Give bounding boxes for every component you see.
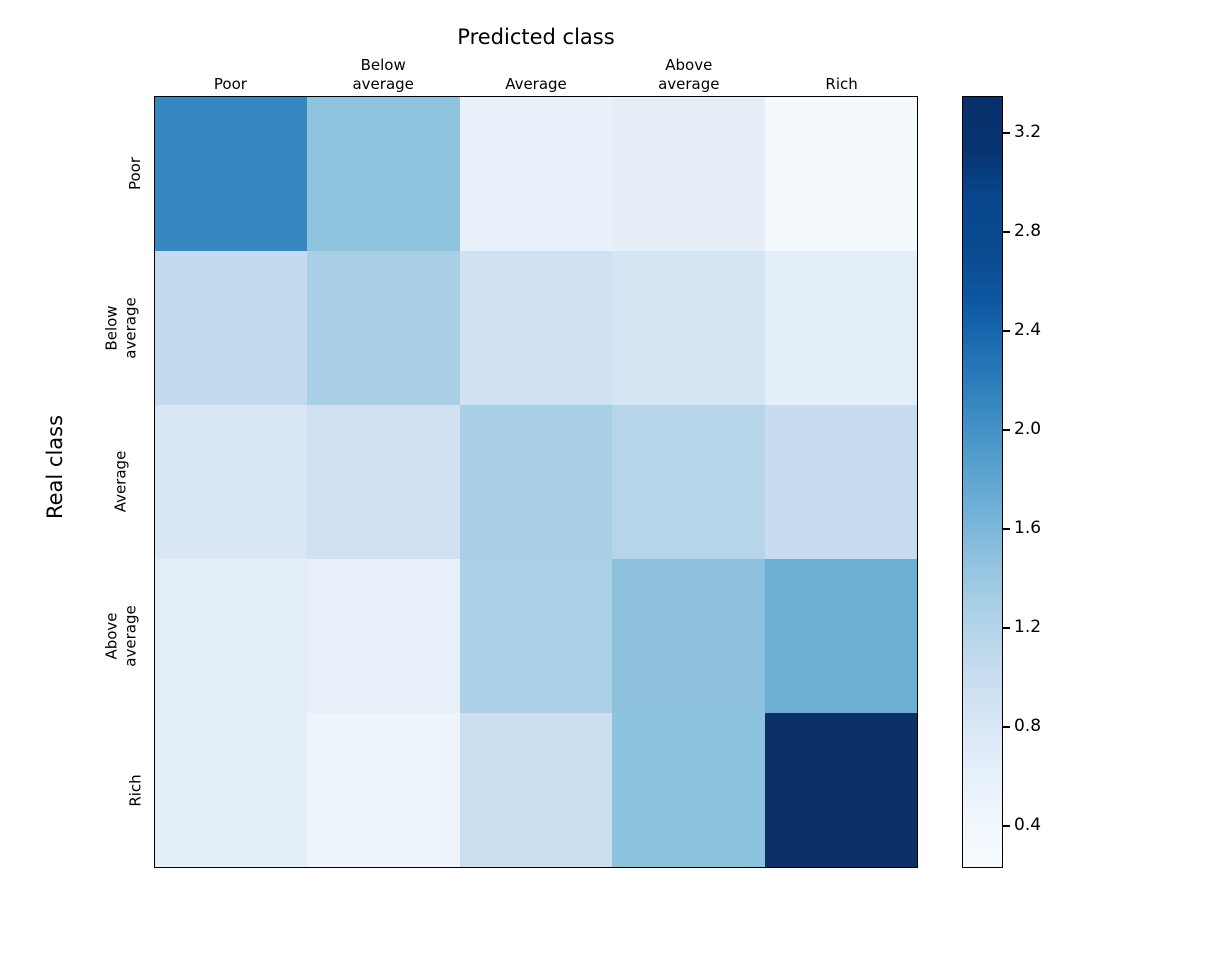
x-tick-label: Rich: [825, 75, 858, 93]
colorbar-tick-label: 0.8: [1014, 715, 1042, 736]
heatmap-cell: [155, 405, 308, 559]
y-axis-tick-labels: Poor Below average Average Above average R…: [96, 96, 152, 868]
heatmap-cell: [155, 97, 308, 251]
heatmap-cell: [764, 559, 917, 713]
colorbar-tick-label: 1.6: [1014, 518, 1042, 538]
y-tick-rich: Rich: [96, 714, 152, 868]
heatmap-cell: [155, 713, 308, 867]
heatmap-cell: [307, 559, 460, 713]
heatmap-cell: [155, 559, 308, 713]
heatmap-cell: [764, 713, 917, 867]
x-tick-label-line1: Below: [360, 56, 406, 74]
heatmap-cell: [612, 251, 765, 405]
y-tick-label-line2: average: [121, 296, 140, 359]
x-tick-label-line2: average: [352, 75, 414, 93]
x-tick-label-line1: Above: [665, 56, 713, 74]
colorbar-tick-mark: [1003, 824, 1010, 827]
y-tick-label-line1: Above: [102, 612, 121, 660]
x-tick-below-average: Below average: [307, 52, 460, 94]
colorbar-tick-mark: [1003, 725, 1010, 728]
heatmap-cell: [612, 405, 765, 559]
colorbar-tick-label: 2.0: [1014, 419, 1042, 440]
colorbar-tick-label: 2.8: [1014, 221, 1042, 242]
x-tick-label: Poor: [213, 75, 247, 93]
heatmap-plot-area: [154, 96, 918, 868]
colorbar-tick-mark: [1003, 231, 1010, 233]
heatmap-cell: [307, 713, 460, 867]
y-tick-label-line2: average: [121, 605, 140, 668]
x-tick-poor: Poor: [154, 52, 307, 94]
heatmap-cell: [459, 97, 613, 251]
y-tick-above-average: Above average: [96, 559, 152, 713]
colorbar: [962, 96, 1003, 868]
heatmap-cell: [459, 251, 613, 405]
heatmap-cell: [764, 251, 917, 405]
colorbar-gradient: [963, 97, 1002, 867]
x-tick-label: Average: [505, 75, 567, 93]
matplotlib-figure: Predicted class Poor Below average Averag…: [0, 0, 1230, 961]
y-tick-label-line1: Below: [102, 305, 121, 351]
colorbar-tick-labels: 0.4 0.8 1.2 1.6 2.0 2.4 2.8 3.2: [1003, 96, 1093, 868]
heatmap-cell: [459, 713, 613, 867]
heatmap-cell: [612, 713, 765, 867]
heatmap-cell: [612, 97, 765, 251]
heatmap-cell: [459, 559, 613, 713]
colorbar-tick-mark: [1003, 330, 1010, 332]
colorbar-tick-label: 1.2: [1014, 616, 1042, 637]
heatmap-cell: [459, 405, 613, 559]
y-tick-poor: Poor: [96, 96, 152, 250]
colorbar-tick-label: 3.2: [1014, 122, 1042, 143]
heatmap-cell: [764, 97, 917, 251]
heatmap-cell: [764, 405, 917, 559]
colorbar-tick-label: 0.4: [1014, 814, 1042, 835]
colorbar-tick-mark: [1003, 132, 1010, 134]
y-tick-below-average: Below average: [96, 250, 152, 404]
heatmap-cell-grid: [155, 97, 917, 867]
heatmap-cell: [307, 251, 460, 405]
y-tick-average: Average: [96, 405, 152, 559]
y-tick-label: Average: [111, 451, 130, 513]
x-tick-rich: Rich: [765, 52, 918, 94]
colorbar-tick-label: 2.4: [1014, 320, 1042, 341]
heatmap-cell: [307, 97, 460, 251]
x-axis-tick-labels: Poor Below average Average Above average R…: [154, 52, 918, 94]
y-axis-title: Real class: [43, 414, 67, 520]
colorbar-tick-mark: [1003, 528, 1010, 530]
colorbar-tick-mark: [1003, 429, 1010, 431]
heatmap-cell: [155, 251, 308, 405]
x-tick-average: Average: [460, 52, 613, 94]
y-tick-label: Rich: [126, 774, 145, 807]
colorbar-tick-mark: [1003, 626, 1010, 629]
page-title: Predicted class: [457, 25, 615, 49]
x-tick-label-line2: average: [658, 75, 720, 93]
heatmap-cell: [307, 405, 460, 559]
heatmap-cell: [612, 559, 765, 713]
y-tick-label: Poor: [125, 156, 144, 190]
x-tick-above-average: Above average: [612, 52, 765, 94]
